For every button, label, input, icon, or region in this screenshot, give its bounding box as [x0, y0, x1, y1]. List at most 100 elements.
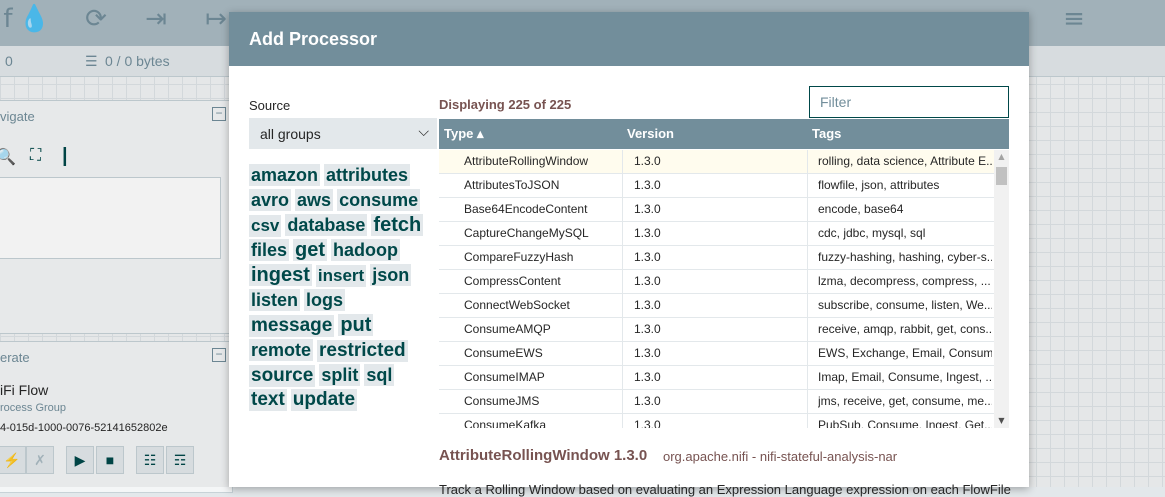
- tag-get[interactable]: get: [293, 239, 328, 261]
- row-type: ConsumeKafka: [464, 418, 547, 428]
- row-version: 1.3.0: [634, 226, 661, 240]
- grid-header: Type ▴ Version Tags: [439, 119, 1009, 149]
- grid-scrollbar[interactable]: ▲ ▼: [994, 150, 1009, 428]
- row-tags: lzma, decompress, compress, ...: [818, 274, 991, 288]
- row-version: 1.3.0: [634, 418, 661, 428]
- table-row[interactable]: Base64EncodeContent 1.3.0 encode, base64: [439, 198, 994, 222]
- row-version: 1.3.0: [634, 322, 661, 336]
- row-version: 1.3.0: [634, 394, 661, 408]
- filter-input[interactable]: [809, 86, 1009, 118]
- table-row[interactable]: ConsumeEWS 1.3.0 EWS, Exchange, Email, Con…: [439, 342, 994, 366]
- row-type: AttributeRollingWindow: [464, 154, 589, 168]
- tag-logs[interactable]: logs: [304, 289, 346, 311]
- row-tags: rolling, data science, Attribute E...: [818, 154, 992, 168]
- tag-ingest[interactable]: ingest: [249, 264, 312, 286]
- displaying-count: Displaying 225 of 225: [439, 97, 572, 112]
- column-divider: [807, 366, 808, 390]
- tag-message[interactable]: message: [249, 315, 335, 337]
- row-tags: flowfile, json, attributes: [818, 178, 940, 192]
- selected-processor-description: Track a Rolling Window based on evaluati…: [439, 482, 1011, 497]
- row-version: 1.3.0: [634, 298, 661, 312]
- table-row[interactable]: AttributesToJSON 1.3.0 flowfile, json, att…: [439, 174, 994, 198]
- scroll-down-icon[interactable]: ▼: [994, 414, 1009, 428]
- tag-update[interactable]: update: [290, 389, 358, 411]
- table-row[interactable]: CaptureChangeMySQL 1.3.0 cdc, jdbc, mysql,…: [439, 222, 994, 246]
- dialog-header: Add Processor: [229, 12, 1029, 66]
- table-row[interactable]: ConsumeAMQP 1.3.0 receive, amqp, rabbit, g…: [439, 318, 994, 342]
- row-version: 1.3.0: [634, 274, 661, 288]
- column-divider: [622, 366, 623, 390]
- column-divider: [807, 342, 808, 366]
- row-tags: EWS, Exchange, Email, Consum...: [818, 346, 992, 360]
- row-version: 1.3.0: [634, 154, 661, 168]
- row-tags: cdc, jdbc, mysql, sql: [818, 226, 926, 240]
- row-tags: receive, amqp, rabbit, get, cons...: [818, 322, 992, 336]
- tag-json[interactable]: json: [370, 264, 412, 286]
- row-tags: fuzzy-hashing, hashing, cyber-s...: [818, 250, 992, 264]
- tag-consume[interactable]: consume: [337, 189, 421, 211]
- row-version: 1.3.0: [634, 346, 661, 360]
- tag-avro[interactable]: avro: [249, 189, 292, 211]
- row-type: ConsumeAMQP: [464, 322, 551, 336]
- row-type: CaptureChangeMySQL: [464, 226, 589, 240]
- row-tags: PubSub, Consume, Ingest, Get...: [818, 418, 992, 428]
- tag-insert[interactable]: insert: [315, 265, 367, 287]
- tag-listen[interactable]: listen: [249, 289, 301, 311]
- tag-cloud: amazon attributes avro aws consume csv databas…: [249, 164, 434, 413]
- tag-aws[interactable]: aws: [295, 189, 334, 211]
- row-version: 1.3.0: [634, 202, 661, 216]
- table-row[interactable]: CompressContent 1.3.0 lzma, decompress, co…: [439, 270, 994, 294]
- column-divider: [622, 246, 623, 270]
- column-divider: [807, 174, 808, 198]
- tag-remote[interactable]: remote: [249, 339, 314, 361]
- tag-hadoop[interactable]: hadoop: [331, 239, 401, 261]
- tag-split[interactable]: split: [319, 364, 361, 386]
- column-divider: [807, 390, 808, 414]
- tag-attributes[interactable]: attributes: [324, 164, 411, 186]
- row-tags: Imap, Email, Consume, Ingest, ...: [818, 370, 992, 384]
- tag-csv[interactable]: csv: [249, 215, 282, 237]
- source-group-select[interactable]: all groups ⌵: [249, 118, 437, 149]
- column-divider: [807, 270, 808, 294]
- tag-text[interactable]: text: [249, 389, 287, 411]
- column-divider: [807, 414, 808, 428]
- table-row[interactable]: ConsumeKafka 1.3.0 PubSub, Consume, Ingest…: [439, 414, 994, 428]
- column-header-tags[interactable]: Tags: [812, 126, 841, 141]
- tag-source[interactable]: source: [249, 365, 316, 387]
- column-divider: [622, 294, 623, 318]
- column-divider: [622, 342, 623, 366]
- scroll-up-icon[interactable]: ▲: [994, 150, 1009, 164]
- column-divider: [622, 174, 623, 198]
- row-tags: subscribe, consume, listen, We...: [818, 298, 992, 312]
- column-divider: [622, 390, 623, 414]
- source-selected-value: all groups: [260, 126, 321, 142]
- source-label: Source: [249, 98, 291, 113]
- table-row[interactable]: ConsumeIMAP 1.3.0 Imap, Email, Consume, In…: [439, 366, 994, 390]
- column-divider: [622, 318, 623, 342]
- row-version: 1.3.0: [634, 370, 661, 384]
- processor-types-grid: Type ▴ Version Tags AttributeRollingWind…: [439, 119, 1009, 428]
- table-row[interactable]: ConsumeJMS 1.3.0 jms, receive, get, consum…: [439, 390, 994, 414]
- tag-put[interactable]: put: [338, 314, 374, 336]
- scroll-thumb[interactable]: [996, 167, 1007, 185]
- chevron-down-icon: ⌵: [418, 124, 429, 140]
- table-row[interactable]: AttributeRollingWindow 1.3.0 rolling, data…: [439, 150, 994, 174]
- row-version: 1.3.0: [634, 178, 661, 192]
- column-divider: [622, 222, 623, 246]
- tag-sql[interactable]: sql: [364, 364, 395, 386]
- row-type: ConsumeEWS: [464, 346, 543, 360]
- table-row[interactable]: CompareFuzzyHash 1.3.0 fuzzy-hashing, hash…: [439, 246, 994, 270]
- column-header-type[interactable]: Type ▴: [444, 126, 484, 142]
- column-header-version[interactable]: Version: [627, 126, 674, 141]
- row-tags: encode, base64: [818, 202, 904, 216]
- tag-amazon[interactable]: amazon: [249, 164, 321, 186]
- column-divider: [622, 414, 623, 428]
- column-divider: [622, 270, 623, 294]
- selected-processor-name: AttributeRollingWindow 1.3.0: [439, 447, 648, 464]
- tag-restricted[interactable]: restricted: [317, 340, 408, 362]
- dialog-title: Add Processor: [249, 29, 378, 49]
- table-row[interactable]: ConnectWebSocket 1.3.0 subscribe, consume,…: [439, 294, 994, 318]
- tag-fetch[interactable]: fetch: [371, 214, 424, 236]
- tag-database[interactable]: database: [285, 214, 368, 236]
- tag-files[interactable]: files: [249, 239, 290, 261]
